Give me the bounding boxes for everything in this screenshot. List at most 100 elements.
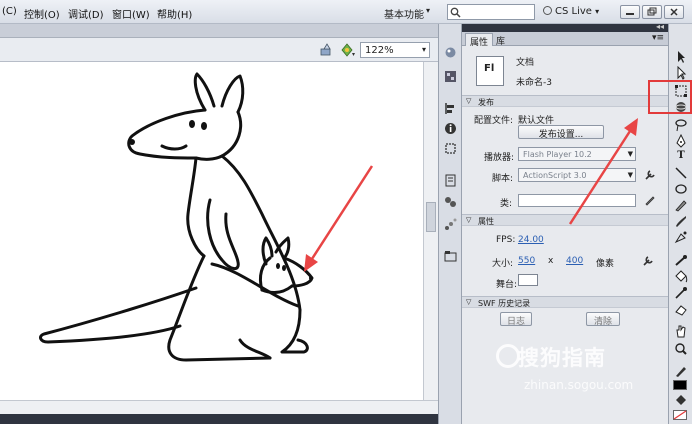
close-button[interactable]: [664, 5, 684, 19]
stage-color-label: 舞台:: [496, 280, 518, 290]
fps-label: FPS:: [496, 235, 516, 245]
script-label: 脚本:: [492, 174, 514, 184]
subselection-tool-icon[interactable]: [673, 66, 689, 80]
project-icon[interactable]: [444, 250, 457, 263]
profile-label: 配置文件:: [474, 116, 514, 126]
menu-commands[interactable]: (C): [2, 6, 17, 17]
panel-tabs: 属性 库 ▾≡: [462, 32, 668, 48]
menu-control[interactable]: 控制(O): [24, 6, 60, 21]
deco-tool-icon[interactable]: [673, 230, 689, 244]
player-label: 播放器:: [484, 153, 515, 163]
zoom-tool-icon[interactable]: [673, 342, 689, 356]
panel-menu-icon[interactable]: ▾≡: [652, 33, 664, 43]
restore-icon: [647, 7, 657, 16]
units-label: 像素: [596, 259, 615, 269]
fill-color-swatch[interactable]: [673, 410, 687, 420]
chevron-down-icon: ▽: [466, 298, 472, 306]
cs-live-label: CS Live: [555, 6, 592, 17]
fill-color-icon[interactable]: [673, 394, 689, 408]
log-button[interactable]: 日志: [500, 312, 532, 327]
search-input[interactable]: [447, 4, 535, 20]
menu-bar: (C) 控制(O) 调试(D) 窗口(W) 帮助(H) 基本功能 ▾ CS Li…: [0, 0, 692, 24]
swatches-icon[interactable]: [444, 70, 457, 83]
info-icon[interactable]: [444, 122, 457, 135]
scroll-thumb[interactable]: [426, 202, 436, 232]
size-label: 大小:: [492, 259, 514, 269]
stroke-color-swatch[interactable]: [673, 380, 687, 390]
annotation-arrow: [304, 165, 374, 272]
document-tab-strip: [0, 24, 438, 38]
text-tool-icon[interactable]: T: [673, 150, 689, 164]
tab-properties[interactable]: 属性: [465, 33, 494, 48]
brush-tool-icon[interactable]: [673, 214, 689, 228]
stage-vertical-scrollbar[interactable]: [423, 62, 438, 400]
tool-highlight-box: [648, 80, 692, 114]
stage-toolbar: ▾ 122% ▾: [0, 38, 438, 62]
pencil-tool-icon[interactable]: [673, 198, 689, 212]
publish-section-header[interactable]: ▽ 发布: [462, 95, 668, 107]
minimize-icon: [626, 13, 634, 15]
collapse-arrows-icon[interactable]: ◂◂: [656, 22, 664, 31]
class-label: 类:: [500, 199, 513, 209]
line-tool-icon[interactable]: [673, 166, 689, 180]
publish-section-title: 发布: [478, 98, 494, 107]
eyedropper-tool-icon[interactable]: [673, 286, 689, 300]
document-icon: Fl: [476, 56, 504, 86]
cs-live-button[interactable]: CS Live ▾: [543, 6, 599, 17]
sogou-logo-icon: [496, 344, 520, 368]
color-icon[interactable]: [444, 46, 457, 59]
eraser-tool-icon[interactable]: [673, 302, 689, 316]
menu-window[interactable]: 窗口(W): [112, 6, 150, 21]
minimize-button[interactable]: [620, 5, 640, 19]
height-value[interactable]: 400: [566, 256, 583, 266]
kangaroo-drawing: [39, 72, 374, 362]
edit-scene-icon[interactable]: [320, 43, 334, 57]
zoom-select[interactable]: 122% ▾: [360, 42, 430, 58]
selection-tool-icon[interactable]: [673, 50, 689, 64]
wrench-icon[interactable]: [642, 255, 654, 267]
transform-icon[interactable]: [444, 142, 457, 155]
restore-button[interactable]: [642, 5, 662, 19]
tab-library[interactable]: 库: [492, 33, 509, 47]
watermark-url: zhinan.sogou.com: [524, 378, 634, 392]
code-snippets-icon[interactable]: [444, 174, 457, 187]
properties-section-title: 属性: [478, 217, 494, 226]
cs-live-icon: [543, 6, 552, 15]
bone-tool-icon[interactable]: [673, 254, 689, 268]
panel-dock-icons: [438, 24, 462, 424]
components-icon[interactable]: [444, 196, 457, 209]
clear-button[interactable]: 清除: [586, 312, 620, 327]
document-name: 未命名-3: [516, 78, 552, 88]
chevron-down-icon: ▽: [466, 97, 472, 105]
close-icon: [670, 8, 678, 16]
stage-color-swatch[interactable]: [518, 274, 538, 286]
fps-value[interactable]: 24.00: [518, 235, 544, 245]
menu-debug[interactable]: 调试(D): [68, 6, 104, 21]
stroke-color-icon[interactable]: [673, 364, 689, 378]
menu-help[interactable]: 帮助(H): [157, 6, 192, 21]
swf-history-section-header[interactable]: ▽ SWF 历史记录: [462, 296, 668, 308]
swf-history-section-title: SWF 历史记录: [478, 299, 531, 308]
align-icon[interactable]: [444, 102, 457, 115]
stage-canvas[interactable]: [0, 62, 423, 400]
width-value[interactable]: 550: [518, 256, 535, 266]
zoom-value: 122%: [365, 45, 394, 56]
document-type: 文档: [516, 58, 535, 68]
chevron-down-icon: ▾: [595, 7, 600, 16]
search-icon: [450, 7, 461, 18]
size-separator: x: [548, 256, 554, 266]
motion-presets-icon[interactable]: [444, 218, 457, 231]
lasso-tool-icon[interactable]: [673, 118, 689, 132]
rectangle-tool-icon[interactable]: [673, 182, 689, 196]
pen-tool-icon[interactable]: [673, 134, 689, 148]
svg-text:▾: ▾: [352, 51, 355, 57]
stage-horizontal-scrollbar[interactable]: [0, 400, 438, 414]
paint-bucket-tool-icon[interactable]: [673, 270, 689, 284]
edit-symbols-icon[interactable]: ▾: [340, 43, 356, 57]
timeline-strip: [0, 414, 438, 424]
workspace-switcher[interactable]: 基本功能 ▾: [378, 3, 438, 21]
watermark-title: 搜狗指南: [518, 346, 606, 370]
annotation-arrow: [568, 118, 638, 225]
workspace-label: 基本功能: [384, 10, 424, 21]
hand-tool-icon[interactable]: [673, 324, 689, 338]
